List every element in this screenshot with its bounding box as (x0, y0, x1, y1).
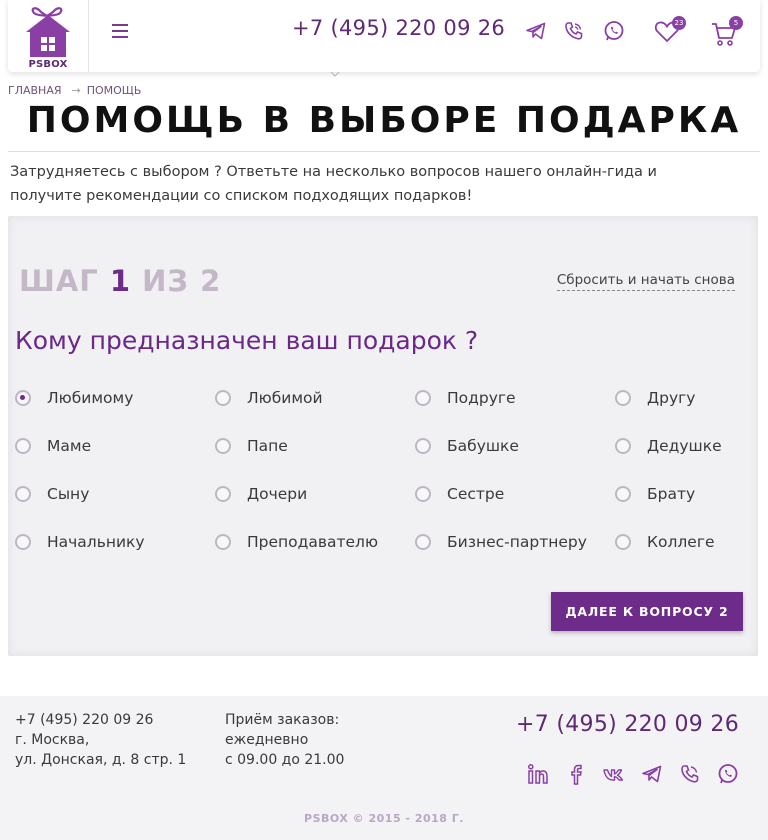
whatsapp-icon[interactable] (602, 19, 626, 43)
linkedin-icon[interactable] (526, 762, 550, 786)
intro-text: Затрудняетесь с выбором ? Ответьте на не… (10, 164, 657, 204)
orders-title: Приём заказов: (225, 712, 340, 728)
option-label: Маме (47, 437, 92, 455)
viber-icon[interactable] (562, 19, 586, 43)
header-divider (88, 0, 89, 72)
gift-recipient-option[interactable]: Сестре (415, 482, 504, 506)
favorites-count-badge: 23 (672, 16, 686, 30)
radio-button[interactable] (415, 390, 431, 406)
step-of: ИЗ (142, 264, 190, 298)
gift-recipient-option[interactable]: Бизнес-партнеру (415, 530, 587, 554)
next-question-button[interactable]: ДАЛЕЕ К ВОПРОСУ 2 (551, 592, 743, 631)
breadcrumb-home[interactable]: ГЛАВНАЯ (8, 84, 62, 97)
option-label: Другу (647, 389, 696, 407)
footer-phone-small[interactable]: +7 (495) 220 09 26 (15, 710, 186, 730)
radio-button[interactable] (615, 438, 631, 454)
gift-recipient-option[interactable]: Папе (215, 434, 288, 458)
radio-button[interactable] (615, 486, 631, 502)
gift-recipient-option[interactable]: Маме (15, 434, 91, 458)
social-icons (526, 762, 740, 786)
gift-recipient-option[interactable]: Преподавателю (215, 530, 378, 554)
gift-recipient-option[interactable]: Начальнику (15, 530, 145, 554)
gift-recipient-option[interactable]: Брату (615, 482, 695, 506)
gift-recipient-option[interactable]: Подруге (415, 386, 516, 410)
breadcrumb-separator: → (71, 84, 81, 97)
gift-recipient-option[interactable]: Коллеге (615, 530, 715, 554)
breadcrumb: ГЛАВНАЯ → ПОМОЩЬ (8, 84, 145, 97)
option-label: Коллеге (647, 533, 715, 551)
step-indicator: ШАГ 1 ИЗ 2 (19, 264, 221, 298)
radio-button[interactable] (415, 438, 431, 454)
radio-button[interactable] (15, 534, 31, 550)
gift-recipient-option[interactable]: Дочери (215, 482, 307, 506)
breadcrumb-current: ПОМОЩЬ (86, 84, 142, 97)
site-header: PSBOX +7 (495) 220 09 26 23 5 (8, 0, 760, 77)
site-footer: +7 (495) 220 09 26 г. Москва, ул. Донска… (0, 696, 768, 840)
menu-icon[interactable] (112, 24, 128, 40)
header-phone[interactable]: +7 (495) 220 09 26 (292, 16, 505, 40)
option-label: Брату (647, 485, 696, 503)
footer-address: ул. Донская, д. 8 стр. 1 (15, 752, 187, 768)
radio-button[interactable] (15, 486, 31, 502)
chevron-down-icon[interactable] (330, 70, 340, 78)
option-label: Подруге (447, 389, 516, 407)
reset-link[interactable]: Сбросить и начать снова (556, 272, 735, 291)
page-title: ПОМОЩЬ В ВЫБОРЕ ПОДАРКА (26, 100, 742, 141)
footer-contacts: +7 (495) 220 09 26 г. Москва, ул. Донска… (15, 710, 186, 770)
option-label: Любимому (47, 389, 134, 407)
radio-button[interactable] (415, 534, 431, 550)
radio-button[interactable] (215, 486, 231, 502)
option-label: Бабушке (447, 437, 519, 455)
option-label: Начальнику (47, 533, 145, 551)
radio-button[interactable] (615, 534, 631, 550)
orders-days: ежедневно (225, 732, 309, 748)
telegram-icon[interactable] (524, 19, 548, 43)
radio-button[interactable] (15, 438, 31, 454)
gift-recipient-option[interactable]: Другу (615, 386, 695, 410)
radio-button[interactable] (415, 486, 431, 502)
step-current: 1 (109, 264, 132, 298)
psbox-logo[interactable]: PSBOX (22, 2, 74, 70)
radio-button[interactable] (215, 390, 231, 406)
step-word: ШАГ (19, 264, 99, 298)
option-label: Любимой (247, 389, 323, 407)
quiz-panel: ШАГ 1 ИЗ 2 Сбросить и начать снова Кому … (8, 216, 758, 656)
gift-recipient-option[interactable]: Сыну (15, 482, 89, 506)
radio-button[interactable] (15, 390, 31, 406)
gift-recipient-option[interactable]: Любимой (215, 386, 323, 410)
gift-recipient-option[interactable]: Любимому (15, 386, 133, 410)
step-total: 2 (200, 264, 222, 298)
facebook-icon[interactable] (564, 762, 588, 786)
option-label: Сыну (47, 485, 90, 503)
footer-phone-large[interactable]: +7 (495) 220 09 26 (516, 712, 739, 737)
footer-city: г. Москва, (15, 732, 90, 748)
orders-hours: с 09.00 до 21.00 (225, 752, 345, 768)
copyright: PSBOX © 2015 - 2018 Г. (304, 812, 464, 825)
option-label: Дедушке (647, 437, 722, 455)
radio-button[interactable] (615, 390, 631, 406)
gift-house-icon (26, 7, 70, 57)
telegram-icon[interactable] (640, 762, 664, 786)
option-label: Дочери (247, 485, 308, 503)
footer-hours: Приём заказов: ежедневно с 09.00 до 21.0… (225, 710, 344, 770)
viber-icon[interactable] (678, 762, 702, 786)
vk-icon[interactable] (602, 762, 626, 786)
option-label: Сестре (447, 485, 505, 503)
option-label: Бизнес-партнеру (447, 533, 587, 551)
logo-text: PSBOX (28, 59, 68, 70)
question-title: Кому предназначен ваш подарок ? (15, 326, 479, 355)
gift-recipient-option[interactable]: Бабушке (415, 434, 519, 458)
cart-count-badge: 5 (729, 16, 743, 30)
radio-button[interactable] (215, 438, 231, 454)
option-label: Папе (247, 437, 288, 455)
radio-button[interactable] (215, 534, 231, 550)
whatsapp-icon[interactable] (716, 762, 740, 786)
gift-recipient-option[interactable]: Дедушке (615, 434, 722, 458)
option-label: Преподавателю (247, 533, 379, 551)
title-divider (8, 151, 760, 152)
